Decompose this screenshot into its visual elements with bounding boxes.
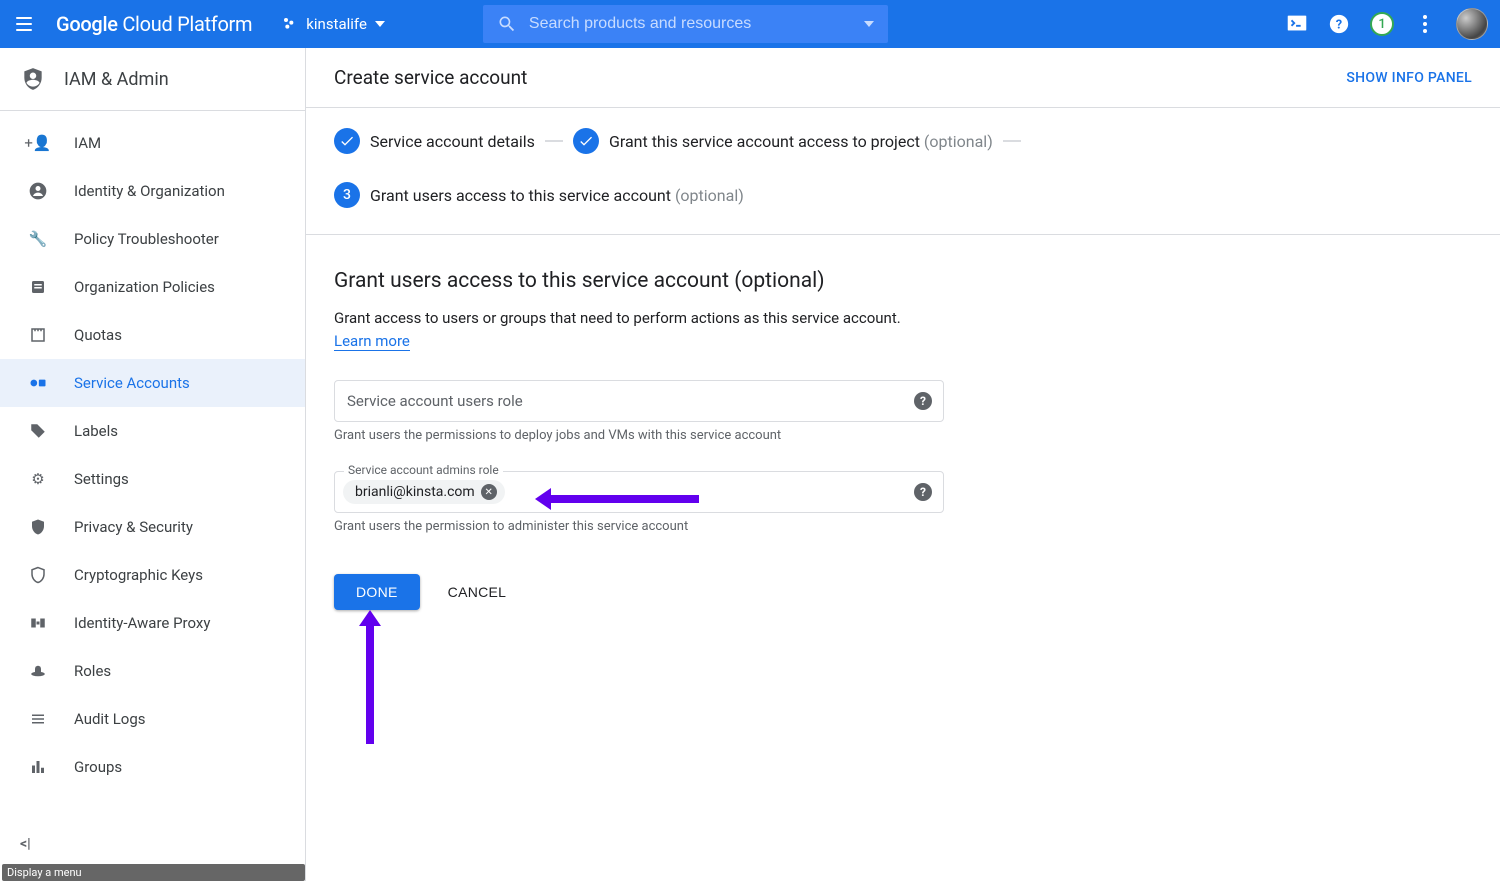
project-icon [282, 16, 298, 32]
sidebar-item-iam[interactable]: +👤IAM [0, 119, 305, 167]
sidebar-item-quotas[interactable]: Quotas [0, 311, 305, 359]
hat-icon [28, 661, 48, 681]
project-selector[interactable]: kinstalife [274, 11, 393, 37]
shield-icon [28, 517, 48, 537]
section-heading: Grant users access to this service accou… [334, 269, 1238, 293]
person-add-icon: +👤 [28, 133, 48, 153]
show-info-panel-button[interactable]: SHOW INFO PANEL [1346, 70, 1472, 86]
meter-icon [28, 325, 48, 345]
sidebar-header: IAM & Admin [0, 48, 305, 111]
step-divider [545, 140, 563, 142]
admin-chip-email: brianli@kinsta.com [355, 484, 475, 500]
proxy-icon [28, 613, 48, 633]
sidebar-collapse-button[interactable]: <| [0, 828, 305, 860]
project-name: kinstalife [306, 15, 367, 33]
shield-key-icon [28, 565, 48, 585]
list-icon [28, 277, 48, 297]
hamburger-menu-icon[interactable] [12, 12, 36, 36]
svg-text:?: ? [1336, 18, 1342, 33]
search-bar[interactable] [483, 5, 889, 43]
section-description: Grant access to users or groups that nee… [334, 307, 1238, 352]
equalizer-icon [28, 757, 48, 777]
logs-icon [28, 709, 48, 729]
user-avatar[interactable] [1456, 8, 1488, 40]
sidebar-item-groups[interactable]: Groups [0, 743, 305, 791]
notifications-badge[interactable]: 1 [1370, 12, 1394, 36]
sidebar-item-labels[interactable]: Labels [0, 407, 305, 455]
admin-chip: brianli@kinsta.com ✕ [343, 480, 505, 504]
sidebar-item-policy-troubleshooter[interactable]: 🔧Policy Troubleshooter [0, 215, 305, 263]
users-role-field-wrap: Service account users role ? [334, 380, 944, 422]
tooltip-display-menu: Display a menu [2, 864, 305, 881]
help-icon[interactable]: ? [1328, 13, 1350, 35]
account-circle-icon [28, 181, 48, 201]
cancel-button[interactable]: CANCEL [448, 584, 507, 600]
more-menu-icon[interactable] [1414, 13, 1436, 35]
annotation-arrow [366, 624, 374, 744]
learn-more-link[interactable]: Learn more [334, 332, 410, 351]
wrench-icon: 🔧 [28, 229, 48, 249]
sidebar-item-audit-logs[interactable]: Audit Logs [0, 695, 305, 743]
step-2-label[interactable]: Grant this service account access to pro… [609, 132, 993, 151]
search-caret-icon[interactable] [864, 21, 874, 27]
caret-down-icon [375, 21, 385, 27]
step-2-check-icon[interactable] [573, 128, 599, 154]
stepper: Service account details Grant this servi… [306, 108, 1500, 235]
done-button[interactable]: DONE [334, 574, 420, 610]
tag-icon [28, 421, 48, 441]
step-3-label[interactable]: Grant users access to this service accou… [370, 186, 744, 205]
sidebar-item-cryptographic-keys[interactable]: Cryptographic Keys [0, 551, 305, 599]
help-icon[interactable]: ? [914, 483, 932, 501]
step-3-number-icon[interactable]: 3 [334, 182, 360, 208]
admins-role-label: Service account admins role [344, 463, 503, 477]
users-role-field[interactable]: Service account users role [334, 380, 944, 422]
sidebar-item-identity-aware-proxy[interactable]: Identity-Aware Proxy [0, 599, 305, 647]
admins-role-hint: Grant users the permission to administer… [334, 519, 944, 534]
sidebar-title: IAM & Admin [64, 69, 169, 90]
sidebar-item-settings[interactable]: ⚙Settings [0, 455, 305, 503]
page-title: Create service account [334, 66, 527, 89]
users-role-placeholder: Service account users role [347, 392, 523, 410]
gear-icon: ⚙ [28, 469, 48, 489]
step-1-check-icon[interactable] [334, 128, 360, 154]
step-1-label[interactable]: Service account details [370, 132, 535, 151]
search-icon [497, 14, 517, 34]
sidebar-item-privacy-security[interactable]: Privacy & Security [0, 503, 305, 551]
iam-admin-icon [20, 66, 46, 92]
users-role-hint: Grant users the permissions to deploy jo… [334, 428, 944, 443]
sidebar-item-service-accounts[interactable]: Service Accounts [0, 359, 305, 407]
step-divider [1003, 140, 1021, 142]
admins-role-field[interactable]: brianli@kinsta.com ✕ [334, 471, 944, 513]
sidebar-nav: +👤IAM Identity & Organization 🔧Policy Tr… [0, 111, 305, 828]
help-icon[interactable]: ? [914, 392, 932, 410]
sidebar-item-organization-policies[interactable]: Organization Policies [0, 263, 305, 311]
admins-role-field-wrap: Service account admins role brianli@kins… [334, 471, 944, 513]
annotation-arrow [549, 495, 699, 503]
gcp-logo[interactable]: Google Cloud Platform [56, 12, 252, 36]
sidebar-item-roles[interactable]: Roles [0, 647, 305, 695]
search-input[interactable] [529, 15, 857, 33]
sidebar-item-identity-organization[interactable]: Identity & Organization [0, 167, 305, 215]
remove-chip-icon[interactable]: ✕ [481, 484, 497, 500]
cloud-shell-icon[interactable] [1286, 13, 1308, 35]
service-account-icon [28, 373, 48, 393]
